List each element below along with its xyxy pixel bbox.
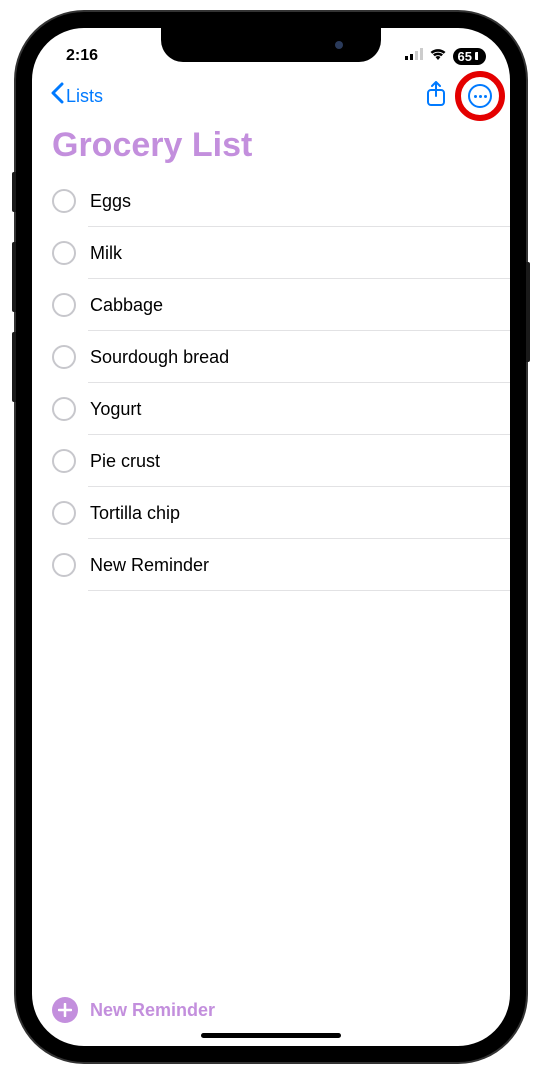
reminder-row[interactable]: Cabbage [32, 279, 510, 331]
complete-toggle[interactable] [52, 449, 76, 473]
reminder-title[interactable]: Cabbage [90, 295, 163, 316]
new-reminder-label: New Reminder [90, 1000, 215, 1021]
complete-toggle[interactable] [52, 397, 76, 421]
nav-actions [426, 81, 492, 112]
back-label: Lists [66, 86, 103, 107]
back-button[interactable]: Lists [50, 82, 103, 111]
volume-down-button [12, 332, 16, 402]
complete-toggle[interactable] [52, 553, 76, 577]
camera-dot [335, 41, 343, 49]
phone-frame: 2:16 65 Lists [16, 12, 526, 1062]
reminder-title[interactable]: Yogurt [90, 399, 141, 420]
battery-indicator: 65 [453, 48, 486, 65]
title-area: Grocery List [32, 118, 510, 175]
reminder-title[interactable]: Tortilla chip [90, 503, 180, 524]
new-reminder-button[interactable]: New Reminder [32, 985, 510, 1033]
reminder-row[interactable]: Milk [32, 227, 510, 279]
battery-percent: 65 [458, 49, 472, 64]
complete-toggle[interactable] [52, 241, 76, 265]
complete-toggle[interactable] [52, 345, 76, 369]
reminder-row[interactable]: Tortilla chip [32, 487, 510, 539]
volume-up-button [12, 242, 16, 312]
nav-bar: Lists [32, 74, 510, 118]
reminder-title[interactable]: Sourdough bread [90, 347, 229, 368]
reminder-title[interactable]: Eggs [90, 191, 131, 212]
home-indicator[interactable] [201, 1033, 341, 1038]
ellipsis-circle-icon [468, 84, 492, 108]
complete-toggle[interactable] [52, 501, 76, 525]
power-button [526, 262, 530, 362]
cellular-icon [405, 47, 423, 65]
reminder-title[interactable]: New Reminder [90, 555, 209, 576]
reminder-row[interactable]: Sourdough bread [32, 331, 510, 383]
reminder-row[interactable]: New Reminder [32, 539, 510, 591]
chevron-left-icon [50, 82, 64, 111]
status-right: 65 [405, 47, 486, 65]
reminders-list[interactable]: Eggs Milk Cabbage Sourdough bread Yogurt… [32, 175, 510, 985]
share-button[interactable] [426, 81, 446, 112]
silent-switch [12, 172, 16, 212]
list-title: Grocery List [52, 126, 490, 165]
reminder-row[interactable]: Yogurt [32, 383, 510, 435]
more-button[interactable] [468, 84, 492, 108]
wifi-icon [429, 47, 447, 65]
complete-toggle[interactable] [52, 293, 76, 317]
reminder-row[interactable]: Eggs [32, 175, 510, 227]
screen: 2:16 65 Lists [32, 28, 510, 1046]
reminder-row[interactable]: Pie crust [32, 435, 510, 487]
plus-circle-icon [52, 997, 78, 1023]
reminder-title[interactable]: Pie crust [90, 451, 160, 472]
reminder-title[interactable]: Milk [90, 243, 122, 264]
status-time: 2:16 [66, 47, 98, 65]
complete-toggle[interactable] [52, 189, 76, 213]
notch [161, 28, 381, 62]
